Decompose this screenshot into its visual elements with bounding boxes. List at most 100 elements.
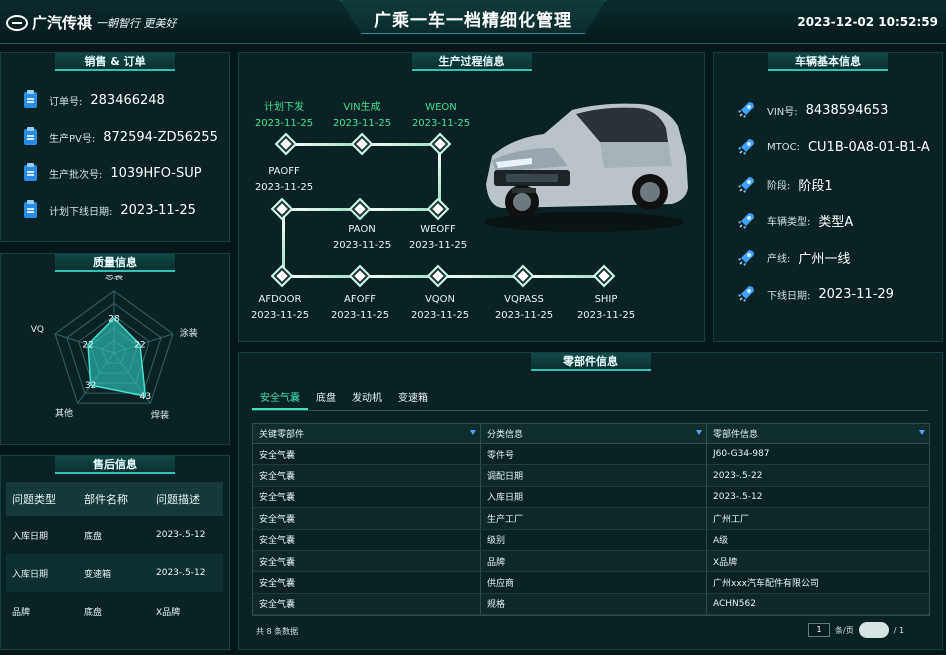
table-cell: 入库日期 xyxy=(481,486,707,508)
table-cell: 生产工厂 xyxy=(481,508,707,529)
sales-pv-row: 生产PV号: 872594-ZD56255 xyxy=(24,127,218,145)
table-row: 安全气囊 零件号 J60-G34-987 xyxy=(253,444,929,466)
table-cell: J60-G34-987 xyxy=(713,449,770,460)
column-header[interactable]: 关键零部件 xyxy=(253,424,481,443)
vehicle-label: 车辆类型: xyxy=(767,217,811,228)
clipboard-icon xyxy=(24,127,37,145)
table-row: 安全气囊 调配日期 2023-.5-22 xyxy=(253,465,929,487)
table-cell: 入库日期 xyxy=(12,569,49,580)
table-row: 入库日期 变速箱 2023-.5-12 xyxy=(6,554,223,592)
rocket-icon xyxy=(738,176,754,193)
table-cell: 2023-.5-12 xyxy=(713,491,763,502)
table-row: 安全气囊 规格 ACHN562 xyxy=(253,593,929,616)
process-node-date: 2023-11-25 xyxy=(408,240,468,251)
process-node-label: SHIP 2023-11-25 xyxy=(566,292,646,324)
sort-down-icon[interactable] xyxy=(919,430,925,435)
process-node-date: 2023-11-25 xyxy=(254,182,314,193)
table-cell: 安全气囊 xyxy=(253,444,481,465)
table-cell: 变速箱 xyxy=(84,569,112,580)
after-sales-panel-title: 售后信息 xyxy=(55,456,175,474)
tab-gearbox[interactable]: 变速箱 xyxy=(390,390,436,410)
sort-down-icon[interactable] xyxy=(470,430,476,435)
page-size-input[interactable]: 1 xyxy=(808,623,830,637)
vehicle-mtoc-row: MTOC: CU1B-0A8-01-B1-A xyxy=(737,138,930,156)
table-row: 安全气囊 生产工厂 广州工厂 xyxy=(253,508,929,530)
after-sales-header: 问题类型 部件名称 问题描述 xyxy=(6,482,223,516)
table-cell: X品牌 xyxy=(713,557,738,568)
process-node-label: PAON 2023-11-25 xyxy=(322,222,402,254)
sales-panel-title: 销售 & 订单 xyxy=(55,53,175,71)
process-connector xyxy=(283,208,361,211)
column-header[interactable]: 分类信息 xyxy=(481,424,707,443)
table-cell: 2023-.5-12 xyxy=(156,530,206,540)
radar-axis-label: VQ xyxy=(31,325,44,335)
table-cell: X品牌 xyxy=(156,607,181,618)
tab-engine[interactable]: 发动机 xyxy=(344,390,390,410)
sales-label: 生产批次号: xyxy=(49,169,103,181)
process-node-date: 2023-11-25 xyxy=(332,118,392,129)
vehicle-label: 产线: xyxy=(767,254,791,265)
clipboard-icon xyxy=(24,90,37,108)
table-cell: 调配日期 xyxy=(481,465,707,486)
sales-label: 生产PV号: xyxy=(49,133,96,145)
sales-batch-row: 生产批次号: 1039HFO-SUP xyxy=(24,163,202,181)
car-image xyxy=(484,103,688,232)
process-node-label: AFDOOR 2023-11-25 xyxy=(240,292,320,324)
table-row: 安全气囊 入库日期 2023-.5-12 xyxy=(253,486,929,509)
table-row: 安全气囊 级别 A级 xyxy=(253,529,929,551)
radar-value-label: 32 xyxy=(85,381,96,391)
radar-value-label: 28 xyxy=(108,314,120,324)
process-panel-title: 生产过程信息 xyxy=(411,53,532,71)
radar-axis-label: 涂装 xyxy=(180,327,198,339)
process-node-name: VIN生成 xyxy=(343,102,381,113)
clipboard-icon xyxy=(24,200,37,218)
vehicle-type-row: 车辆类型: 类型A xyxy=(737,211,853,230)
table-cell: 底盘 xyxy=(84,607,103,618)
process-node-name: 计划下发 xyxy=(264,102,304,113)
column-header[interactable]: 零部件信息 xyxy=(707,424,929,443)
parts-table: 关键零部件 分类信息 零部件信息 安全气囊 零件号 J60-G34-987 安全气囊… xyxy=(252,423,930,617)
sales-label: 订单号: xyxy=(49,96,83,108)
rocket-icon xyxy=(738,249,754,266)
table-cell: 品牌 xyxy=(12,607,31,618)
sort-down-icon[interactable] xyxy=(696,430,702,435)
vehicle-value: 广州一线 xyxy=(798,252,851,267)
vehicle-vin-row: VIN号: 8438594653 xyxy=(737,101,888,119)
radar-axis-label: 焊装 xyxy=(151,409,169,421)
radar-axis-label: 其他 xyxy=(55,407,73,419)
sales-value: 2023-11-25 xyxy=(120,202,196,218)
tab-airbag[interactable]: 安全气囊 xyxy=(252,390,308,410)
sales-value: 283466248 xyxy=(90,92,165,108)
process-node-name: SHIP xyxy=(594,294,618,305)
table-cell: A级 xyxy=(713,536,729,547)
datetime-display: 2023-12-02 10:52:59 xyxy=(797,15,938,29)
vehicle-value: 2023-11-29 xyxy=(818,286,894,302)
vehicle-value: CU1B-0A8-01-B1-A xyxy=(807,139,930,155)
table-cell: ACHN562 xyxy=(713,598,756,609)
process-node-name: AFDOOR xyxy=(258,294,302,305)
vehicle-stage-row: 阶段: 阶段1 xyxy=(737,175,833,194)
process-connector xyxy=(287,143,363,146)
brand-slogan: 一朝智行 更美好 xyxy=(96,17,177,30)
process-connector xyxy=(523,275,605,278)
tab-divider xyxy=(252,410,928,411)
radar-axis-label: 总装 xyxy=(105,275,123,282)
radar-value-label: 22 xyxy=(134,341,145,351)
process-node-label: AFOFF 2023-11-25 xyxy=(320,292,400,324)
process-node-name: WEON xyxy=(425,102,457,113)
process-node-date: 2023-11-25 xyxy=(254,118,314,129)
sales-value: 1039HFO-SUP xyxy=(110,165,202,181)
process-node-date: 2023-11-25 xyxy=(330,310,390,321)
process-node-label: 计划下发 2023-11-25 xyxy=(244,100,324,132)
page-prev-button[interactable] xyxy=(858,622,889,638)
table-cell: 广州工厂 xyxy=(713,514,750,525)
rocket-icon xyxy=(738,212,754,229)
tab-chassis[interactable]: 底盘 xyxy=(308,390,344,410)
process-node-name: PAON xyxy=(348,224,376,235)
vehicle-label: 下线日期: xyxy=(767,290,811,302)
column-header: 问题描述 xyxy=(156,493,200,506)
column-header-label: 分类信息 xyxy=(487,430,524,440)
table-cell: 品牌 xyxy=(481,550,707,572)
process-node-date: 2023-11-25 xyxy=(250,310,310,321)
brand-logo: 广汽传祺 xyxy=(6,12,92,33)
